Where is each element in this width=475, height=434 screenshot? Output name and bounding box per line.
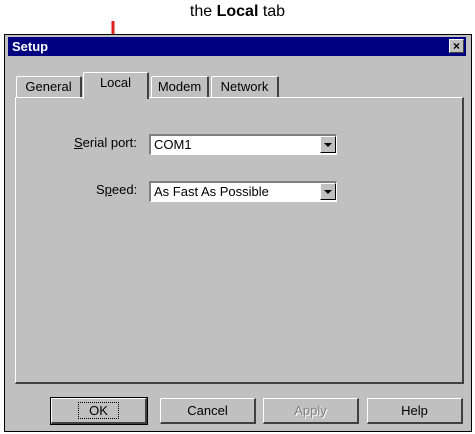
chevron-down-icon[interactable] [320,136,336,153]
speed-value: As Fast As Possible [154,184,269,199]
cancel-button[interactable]: Cancel [160,398,256,424]
close-button[interactable]: × [449,39,464,53]
annotation-caption: the Local tab [0,3,475,21]
setup-dialog: Setup × General Local Modem Network Seri… [4,34,472,432]
tab-label: Network [220,79,269,94]
serial-port-label: Serial port: [74,135,137,150]
help-button[interactable]: Help [367,398,463,424]
tab-local[interactable]: Local [83,72,149,99]
tab-label: Modem [157,79,202,94]
close-icon: × [452,39,460,53]
tab-general[interactable]: General [16,76,82,97]
tab-label: Local [99,75,132,90]
serial-port-value: COM1 [154,137,192,152]
local-tab-panel: Serial port: COM1 Speed: As Fast As Poss… [15,97,464,384]
tab-label: General [25,79,72,94]
window-title: Setup [12,39,49,54]
apply-button: Apply [263,398,359,424]
tab-network[interactable]: Network [211,76,279,97]
caption-prefix: the [189,3,217,20]
serial-port-select[interactable]: COM1 [149,134,337,155]
speed-select[interactable]: As Fast As Possible [149,181,337,202]
caption-suffix: tab [258,3,286,20]
speed-label: Speed: [96,182,138,197]
title-bar: Setup × [8,37,466,56]
chevron-down-icon[interactable] [320,183,336,200]
tab-modem[interactable]: Modem [151,76,209,97]
caption-bold: Local [216,3,259,20]
ok-button[interactable]: OK [50,397,148,425]
